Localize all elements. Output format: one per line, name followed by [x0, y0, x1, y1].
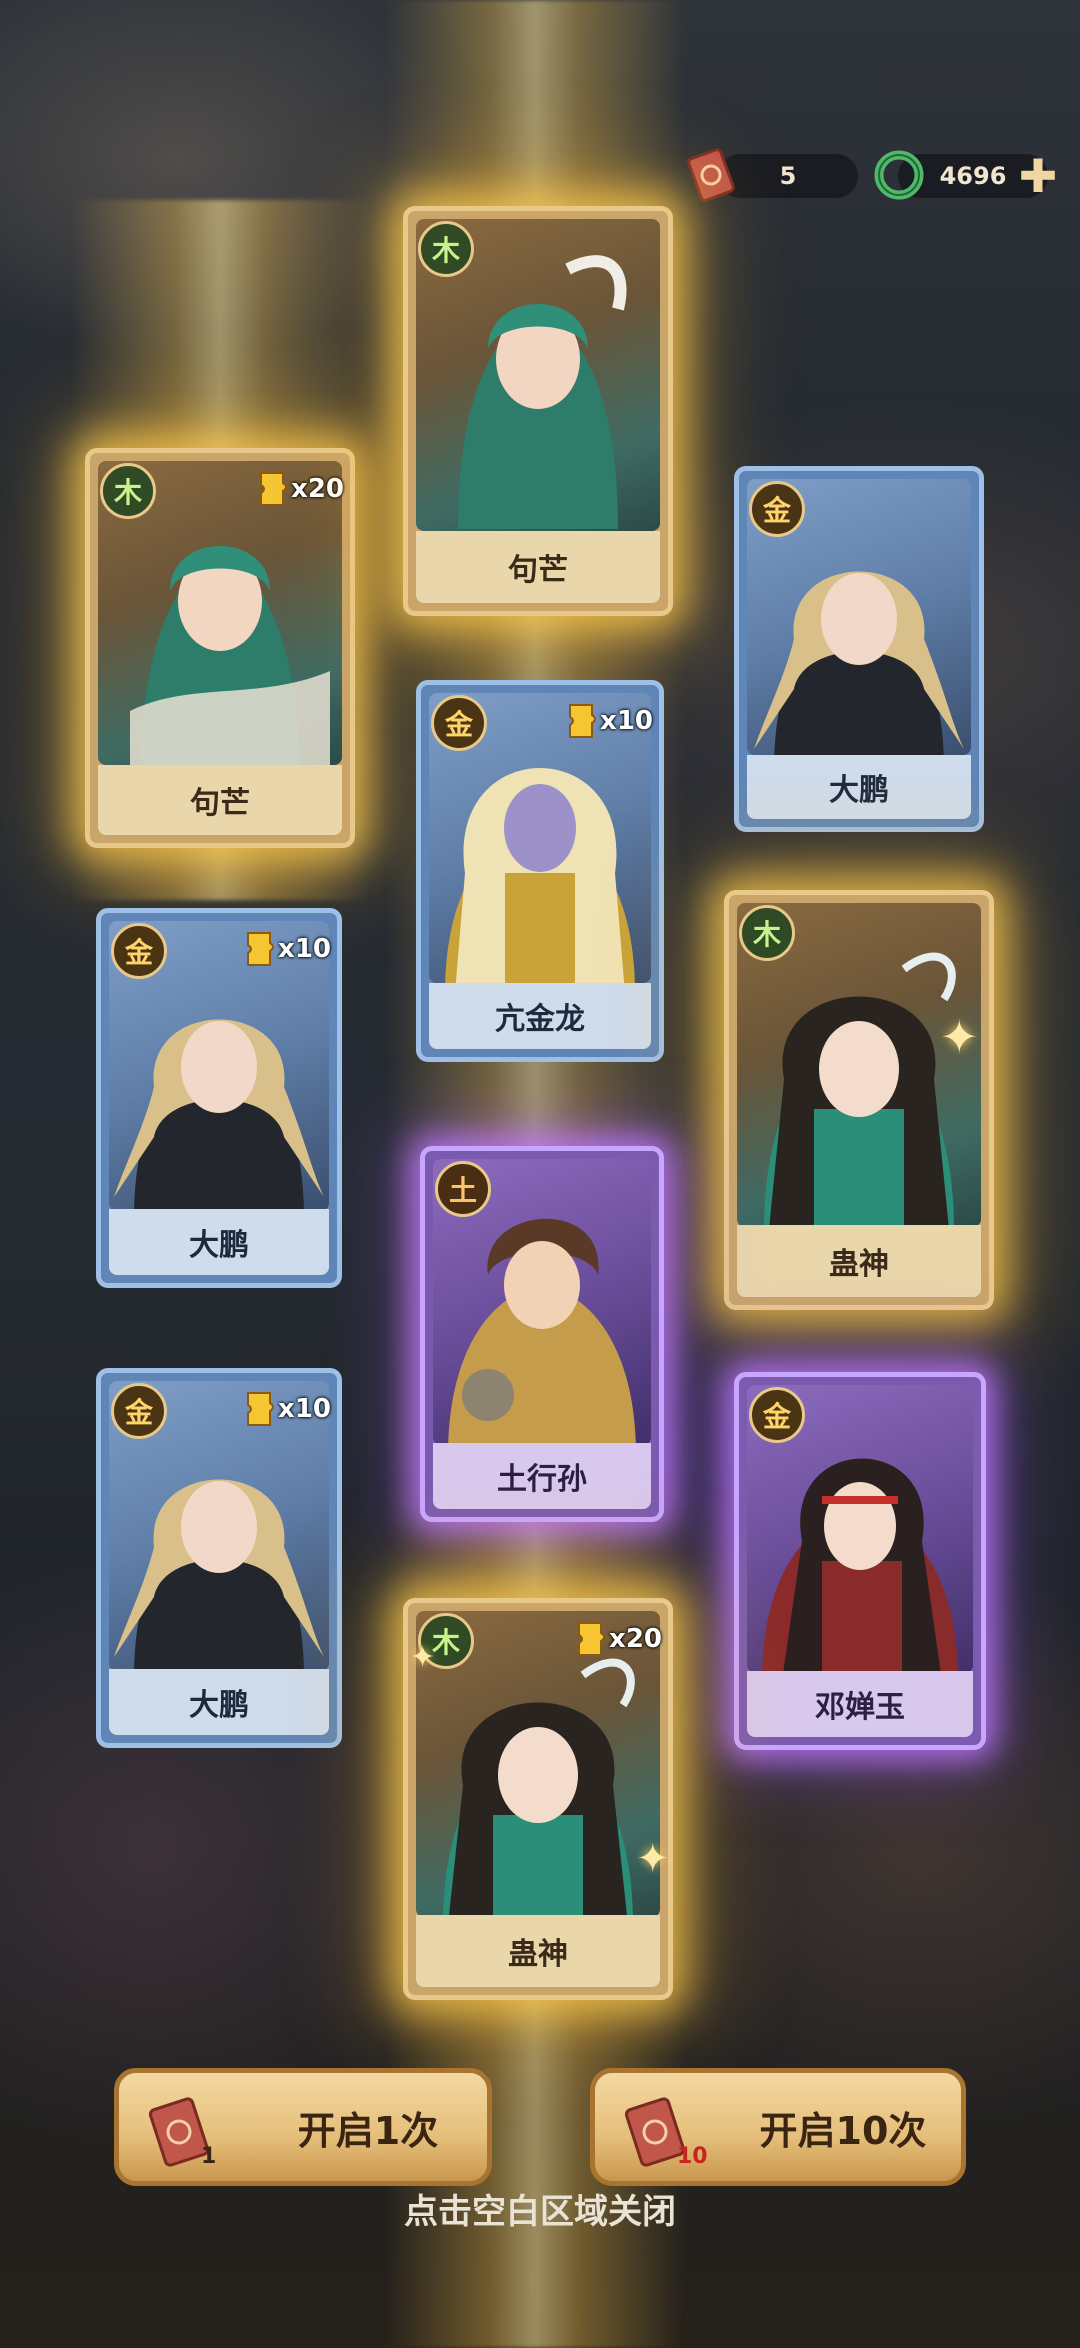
- hero-name: 句芒: [416, 531, 660, 603]
- open-once-button[interactable]: 1 开启1次: [114, 2068, 492, 2186]
- shard-count: x20: [255, 469, 344, 509]
- hero-name: 句芒: [98, 765, 342, 835]
- sparkle-icon: ✦: [940, 1010, 979, 1064]
- open-once-label: 开启1次: [297, 2108, 439, 2153]
- element-badge: 金: [749, 1387, 805, 1443]
- hero-card-dapeng-bottom[interactable]: 金 x10 大鹏: [96, 1368, 342, 1748]
- hero-card-tuxingsun[interactable]: 土 土行孙: [420, 1146, 664, 1522]
- element-badge: 木: [418, 221, 474, 277]
- shard-count: x10: [242, 929, 331, 969]
- hero-name: 大鹏: [747, 755, 971, 819]
- shard-icon: [247, 932, 275, 966]
- element-badge: 木: [100, 463, 156, 519]
- hero-card-kangjinlong[interactable]: 金 x10 亢金龙: [416, 680, 664, 1062]
- hero-card-dengchanyu[interactable]: 金 邓婵玉: [734, 1372, 986, 1750]
- ticket-cost: 10: [677, 2144, 708, 2169]
- shard-count: x20: [573, 1619, 662, 1659]
- shard-count: x10: [242, 1389, 331, 1429]
- shard-icon: [247, 1392, 275, 1426]
- element-badge: 木: [739, 905, 795, 961]
- hero-figure: [130, 546, 330, 765]
- ticket-icon: [687, 148, 735, 202]
- sparkle-icon: ✦: [410, 1640, 436, 1675]
- hero-card-dapeng-mid[interactable]: 金 x10 大鹏: [96, 908, 342, 1288]
- hero-name: 蛊神: [416, 1915, 660, 1987]
- shard-icon: [260, 472, 288, 506]
- ticket-count: 5: [779, 162, 797, 190]
- close-hint: 点击空白区域关闭: [404, 2192, 676, 2232]
- hero-name: 土行孙: [433, 1443, 651, 1509]
- open-ten-button[interactable]: 10 开启10次: [590, 2068, 966, 2186]
- jade-count: 4696: [939, 162, 1007, 190]
- shard-icon: [569, 704, 597, 738]
- jade-ring-icon: [874, 150, 924, 200]
- shard-count: x10: [564, 701, 653, 741]
- hero-name: 蛊神: [737, 1225, 981, 1297]
- element-badge: 土: [435, 1161, 491, 1217]
- hero-name: 大鹏: [109, 1669, 329, 1735]
- add-jade-icon[interactable]: ✚: [1018, 150, 1058, 202]
- element-badge: 金: [431, 695, 487, 751]
- hero-name: 大鹏: [109, 1209, 329, 1275]
- hero-card-jumang[interactable]: 木 x20 句芒: [85, 448, 355, 848]
- hero-card-jumang-featured[interactable]: 木 句芒: [403, 206, 673, 616]
- element-badge: 金: [111, 923, 167, 979]
- ticket-counter: 5: [718, 154, 858, 198]
- open-ten-label: 开启10次: [759, 2108, 927, 2153]
- hero-card-dapeng-top[interactable]: 金 大鹏: [734, 466, 984, 832]
- sparkle-icon: ✦: [636, 1836, 670, 1882]
- ticket-cost: 1: [201, 2144, 217, 2169]
- shard-icon: [578, 1622, 606, 1656]
- element-badge: 金: [749, 481, 805, 537]
- hero-card-gushen-bottom[interactable]: 木 x20 蛊神: [403, 1598, 673, 2000]
- hero-name: 亢金龙: [429, 983, 651, 1049]
- element-badge: 金: [111, 1383, 167, 1439]
- hero-name: 邓婵玉: [747, 1671, 973, 1737]
- hero-card-gushen-right[interactable]: 木 蛊神: [724, 890, 994, 1310]
